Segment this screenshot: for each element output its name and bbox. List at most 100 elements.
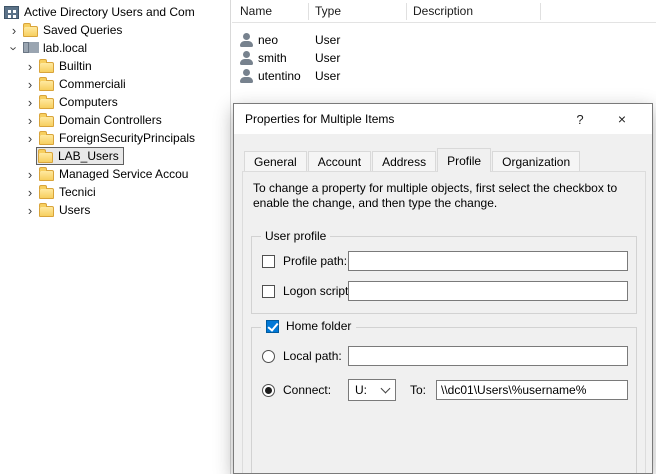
tree-item-managed-service-accounts[interactable]: Managed Service Accou [0, 165, 230, 183]
tab-organization[interactable]: Organization [492, 151, 580, 171]
chevron-right-icon[interactable] [24, 77, 36, 92]
local-path-label: Local path: [283, 349, 342, 363]
tree-item-builtin[interactable]: Builtin [0, 57, 230, 75]
tree-item-saved-queries[interactable]: Saved Queries [0, 21, 230, 39]
to-label: To: [410, 383, 426, 397]
tree-item-aduc-root[interactable]: Active Directory Users and Com [0, 3, 230, 21]
drive-letter-select[interactable]: U: [348, 379, 396, 401]
user-icon [240, 69, 253, 83]
list-item-utentino[interactable]: utentino User [232, 67, 656, 85]
user-profile-group: User profile Profile path: Logon script: [251, 236, 637, 314]
tree-item-commerciali[interactable]: Commerciali [0, 75, 230, 93]
tree-item-label: ForeignSecurityPrincipals [59, 131, 195, 145]
profile-tab-panel: To change a property for multiple object… [242, 171, 646, 474]
profile-path-row: Profile path: [262, 254, 347, 268]
help-button[interactable]: ? [560, 105, 600, 133]
chevron-right-icon[interactable] [24, 113, 36, 128]
list-item-neo[interactable]: neo User [232, 31, 656, 49]
home-folder-group: Home folder Local path: Connect: U: To: [251, 327, 637, 474]
folder-icon [39, 206, 54, 217]
home-folder-checkbox[interactable] [266, 320, 279, 333]
folder-icon [39, 62, 54, 73]
connect-radio[interactable] [262, 384, 275, 397]
connect-row: Connect: [262, 383, 331, 397]
tree-item-label: Domain Controllers [59, 113, 162, 127]
logon-script-row: Logon script: [262, 284, 352, 298]
close-button[interactable]: × [602, 105, 642, 133]
connect-label: Connect: [283, 383, 331, 397]
chevron-right-icon[interactable] [24, 185, 36, 200]
tab-address[interactable]: Address [372, 151, 436, 171]
chevron-right-icon[interactable] [24, 203, 36, 218]
tree-item-domain-controllers[interactable]: Domain Controllers [0, 111, 230, 129]
column-divider[interactable] [540, 3, 541, 20]
column-header-description[interactable]: Description [413, 0, 473, 22]
tree-item-lab-local[interactable]: lab.local [0, 39, 230, 57]
profile-path-checkbox[interactable] [262, 255, 275, 268]
list-item-smith[interactable]: smith User [232, 49, 656, 67]
column-divider[interactable] [308, 3, 309, 20]
tree-item-label: lab.local [43, 41, 87, 55]
domain-icon [23, 42, 38, 54]
logon-script-label: Logon script: [283, 284, 352, 298]
console-tree-pane: Active Directory Users and Com Saved Que… [0, 0, 231, 474]
folder-icon [39, 116, 54, 127]
chevron-down-icon [381, 384, 391, 394]
profile-path-label: Profile path: [283, 254, 347, 268]
list-header: Name Type Description [232, 0, 656, 23]
group-label: User profile [261, 229, 330, 243]
folder-icon [39, 98, 54, 109]
user-type: User [315, 49, 340, 67]
chevron-right-icon[interactable] [8, 23, 20, 38]
folder-icon [39, 134, 54, 145]
profile-path-input[interactable] [348, 251, 628, 271]
chevron-right-icon[interactable] [24, 167, 36, 182]
user-type: User [315, 67, 340, 85]
folder-icon [39, 188, 54, 199]
local-path-input[interactable] [348, 346, 628, 366]
tree-item-computers[interactable]: Computers [0, 93, 230, 111]
chevron-right-icon[interactable] [24, 131, 36, 146]
tree-item-tecnici[interactable]: Tecnici [0, 183, 230, 201]
folder-icon [39, 80, 54, 91]
column-header-name[interactable]: Name [240, 0, 272, 22]
tree-item-label: Managed Service Accou [59, 167, 188, 181]
folder-icon [38, 152, 53, 163]
aduc-root-icon [4, 6, 19, 19]
tree-item-label: Builtin [59, 59, 92, 73]
tree-item-label: Computers [59, 95, 118, 109]
tree-item-lab-users[interactable]: LAB_Users [0, 147, 230, 165]
chevron-right-icon[interactable] [24, 95, 36, 110]
connect-path-input[interactable] [436, 380, 628, 400]
tree-item-label: Saved Queries [43, 23, 122, 37]
local-path-radio[interactable] [262, 350, 275, 363]
dialog-title: Properties for Multiple Items [245, 104, 394, 134]
logon-script-input[interactable] [348, 281, 628, 301]
column-header-type[interactable]: Type [315, 0, 341, 22]
user-type: User [315, 31, 340, 49]
user-name: smith [258, 51, 287, 65]
tree-item-label: LAB_Users [58, 149, 119, 163]
column-divider[interactable] [406, 3, 407, 20]
tab-profile[interactable]: Profile [437, 148, 491, 172]
tab-account[interactable]: Account [308, 151, 371, 171]
dialog-title-bar[interactable]: Properties for Multiple Items ? × [234, 104, 652, 134]
tree-item-foreign-security-principals[interactable]: ForeignSecurityPrincipals [0, 129, 230, 147]
logon-script-checkbox[interactable] [262, 285, 275, 298]
user-icon [240, 51, 253, 65]
chevron-right-icon[interactable] [24, 59, 36, 74]
tab-general[interactable]: General [244, 151, 307, 171]
home-folder-label: Home folder [286, 319, 351, 333]
tree-item-label: Active Directory Users and Com [24, 5, 195, 19]
tab-strip: General Account Address Profile Organiza… [244, 151, 581, 171]
properties-dialog: Properties for Multiple Items ? × Genera… [233, 103, 653, 474]
tree-item-users[interactable]: Users [0, 201, 230, 219]
local-path-row: Local path: [262, 349, 342, 363]
drive-letter-value: U: [355, 383, 367, 397]
selected-tree-item[interactable]: LAB_Users [36, 147, 124, 165]
user-name: neo [258, 33, 278, 47]
tree-item-label: Commerciali [59, 77, 126, 91]
chevron-down-icon[interactable] [8, 41, 20, 56]
user-name: utentino [258, 69, 301, 83]
user-icon [240, 33, 253, 47]
